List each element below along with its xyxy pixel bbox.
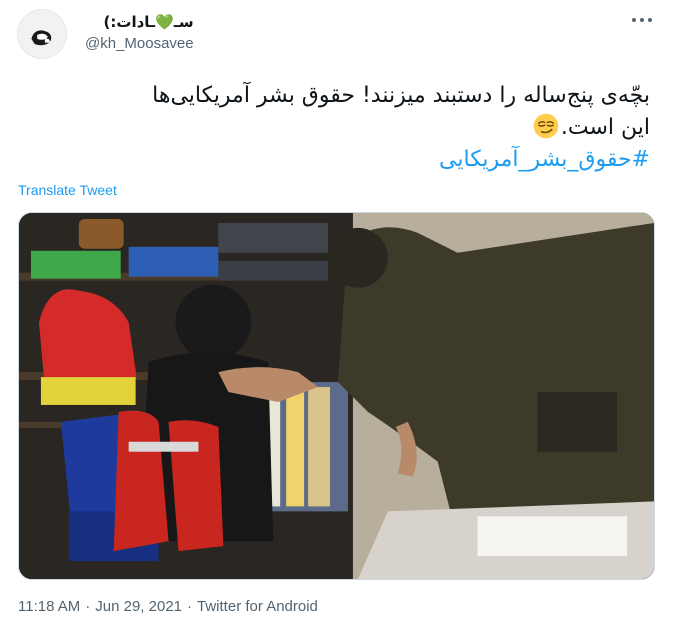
tweet-text-line1: بچّه‌ی پنج‌ساله را دستبند میزنند! حقوق ب… xyxy=(152,83,650,108)
tweet-card: سـ💚ـادات:) @kh_Moosavee بچّه‌ی پنج‌ساله … xyxy=(0,0,677,628)
tweet-text-line2-text: این است. xyxy=(560,115,650,140)
smirking-face-emoji-icon xyxy=(533,113,559,139)
translate-tweet-link[interactable]: Translate Tweet xyxy=(18,182,117,198)
display-name[interactable]: سـ💚ـادات:) xyxy=(85,11,194,33)
more-dots-icon[interactable] xyxy=(631,14,653,26)
user-avatar[interactable] xyxy=(17,9,67,59)
meta-separator: · xyxy=(85,598,91,615)
photo-image xyxy=(19,213,654,579)
avatar-image xyxy=(18,10,66,58)
tweet-date[interactable]: Jun 29, 2021 xyxy=(95,598,182,615)
user-handle[interactable]: @kh_Moosavee xyxy=(85,34,194,54)
tweet-source[interactable]: Twitter for Android xyxy=(197,598,318,615)
hashtag-link[interactable]: #حقوق_بشر_آمریکایی xyxy=(20,144,650,176)
tweet-time[interactable]: 11:18 AM xyxy=(18,598,80,615)
tweet-photo[interactable] xyxy=(18,212,655,580)
tweet-text: بچّه‌ی پنج‌ساله را دستبند میزنند! حقوق ب… xyxy=(20,80,650,176)
tweet-meta: 11:18 AM · Jun 29, 2021 · Twitter for Androi… xyxy=(18,598,318,615)
user-info: سـ💚ـادات:) @kh_Moosavee xyxy=(85,11,194,54)
tweet-text-line2: این است. xyxy=(20,112,650,144)
meta-separator: · xyxy=(187,598,193,615)
